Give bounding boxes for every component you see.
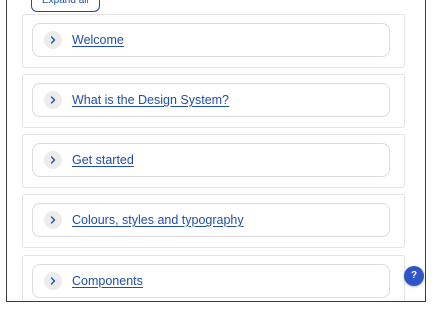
accordion-section-design-system: What is the Design System? [22,74,405,128]
expand-all-button[interactable]: Expand all [31,0,100,12]
chevron-right-icon [44,91,62,109]
accordion-item-get-started[interactable]: Get started [32,143,390,177]
accordion-section-welcome: Welcome [22,14,405,68]
accordion-item-label[interactable]: Colours, styles and typography [72,213,244,227]
accordion-item-label[interactable]: Components [72,274,143,288]
accordion-item-label[interactable]: Get started [72,153,134,167]
accordion-section-components: Components [22,255,405,301]
chevron-right-icon [44,211,62,229]
chevron-right-icon [44,272,62,290]
accordion-item-design-system[interactable]: What is the Design System? [32,83,390,117]
accordion-item-label[interactable]: What is the Design System? [72,93,229,107]
chevron-right-icon [44,151,62,169]
accordion-item-colours[interactable]: Colours, styles and typography [32,203,390,237]
accordion-section-colours: Colours, styles and typography [22,194,405,248]
accordion-item-components[interactable]: Components [32,264,390,298]
accordion-section-get-started: Get started [22,134,405,188]
help-button[interactable]: ? [404,266,424,286]
accordion-item-welcome[interactable]: Welcome [32,23,390,57]
guide-accordion-panel: Expand all Welcome What is the Design Sy… [6,0,426,302]
chevron-right-icon [44,31,62,49]
accordion-item-label[interactable]: Welcome [72,33,124,47]
